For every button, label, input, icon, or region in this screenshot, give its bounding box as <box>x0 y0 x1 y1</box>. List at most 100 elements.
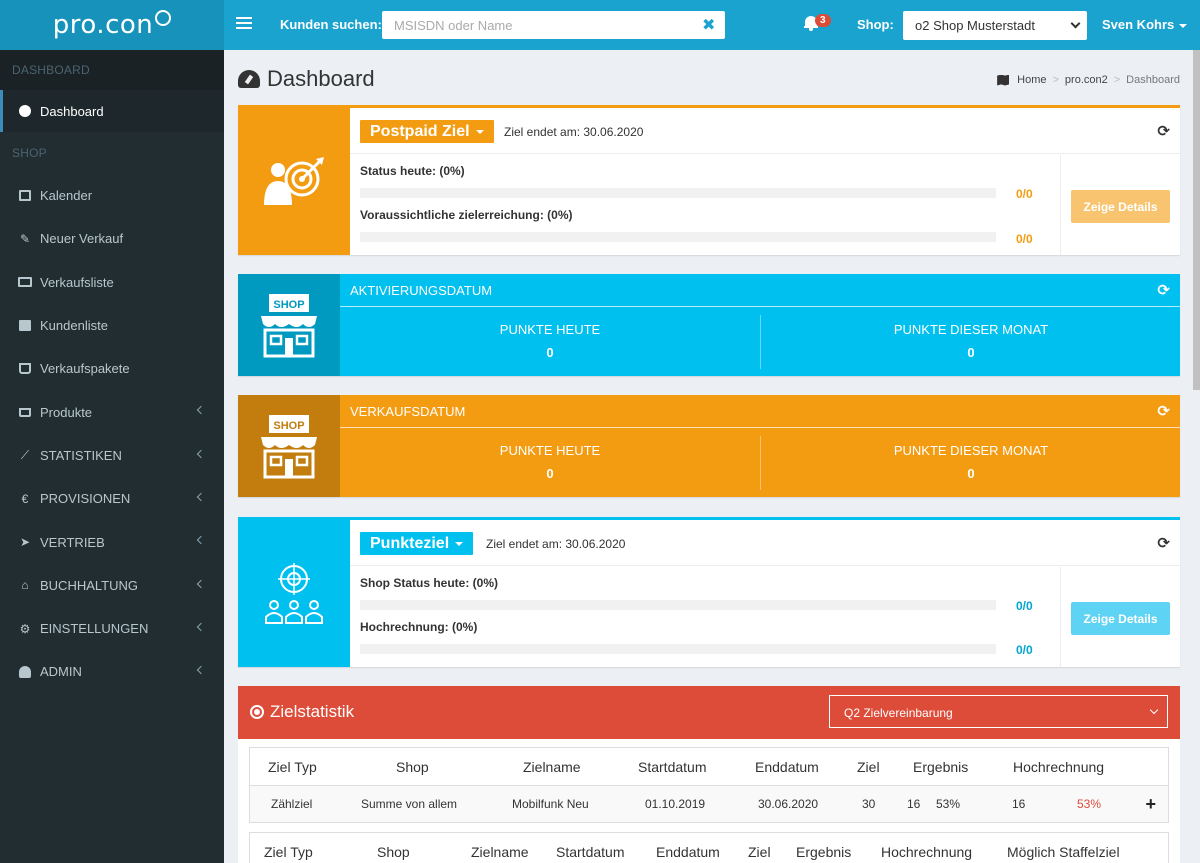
sidebar-item-buchhaltung[interactable]: ⌂ BUCHHALTUNG <box>0 564 224 607</box>
line-chart-icon: ⟋ <box>20 447 30 462</box>
expand-plus-icon[interactable]: + <box>1145 794 1156 815</box>
cell-goal: 30 <box>862 797 876 811</box>
col-header: Zielname <box>471 844 529 860</box>
refresh-icon[interactable]: ⟳ <box>1157 281 1170 299</box>
select-value: Q2 Zielvereinbarung <box>844 706 953 720</box>
goal-table-1: Ziel Typ Shop Zielname Startdatum Enddat… <box>249 747 1169 823</box>
refresh-icon[interactable]: ⟳ <box>1157 534 1170 552</box>
col-header: Startdatum <box>638 758 707 775</box>
search-label: Kunden suchen: <box>280 17 382 32</box>
cell-result-percent: 53% <box>936 797 961 811</box>
goal-statistics-title: Zielstatistik <box>250 702 354 722</box>
card-icon-area <box>238 108 350 255</box>
sidebar-item-verkaufsliste[interactable]: Verkaufsliste <box>0 261 224 304</box>
sidebar-item-label: Kalender <box>40 188 93 204</box>
table-header-row: Ziel Typ Shop Zielname Startdatum Enddat… <box>250 833 1168 863</box>
col-header: Ziel Typ <box>268 758 317 775</box>
team-target-icon <box>265 562 323 624</box>
magic-wand-icon: ✎ <box>19 231 31 246</box>
quarter-goal-select[interactable]: Q2 Zielvereinbarung <box>829 695 1168 728</box>
sidebar-item-dashboard[interactable]: Dashboard <box>0 90 224 132</box>
bank-icon: ⌂ <box>21 578 29 593</box>
sidebar-item-label: ADMIN <box>40 664 82 680</box>
chevron-left-icon <box>196 492 206 502</box>
col-header: Möglich Staffelziel <box>1007 844 1120 860</box>
sidebar-item-vertrieb[interactable]: ➤ VERTRIEB <box>0 520 224 563</box>
sidebar-item-statistiken[interactable]: ⟋ STATISTIKEN <box>0 434 224 477</box>
cogs-icon: ⚙ <box>19 621 31 636</box>
caret-down-icon <box>1179 23 1188 28</box>
shopping-cart-icon <box>18 405 32 419</box>
table-row[interactable]: Zählziel Summe von allem Mobilfunk Neu 0… <box>250 786 1168 822</box>
cell-result: 16 <box>907 797 921 811</box>
shop-status-label: Shop Status heute: (0%) <box>360 576 499 590</box>
sidebar-item-kundenliste[interactable]: Kundenliste <box>0 304 224 347</box>
page-title-text: Dashboard <box>267 66 375 91</box>
sidebar-item-label: Neuer Verkauf <box>40 231 124 247</box>
points-today-value: 0 <box>546 345 554 360</box>
sidebar-item-label: STATISTIKEN <box>40 447 122 463</box>
cell-forecast-percent: 53% <box>1077 797 1102 811</box>
points-today: PUNKTE HEUTE 0 <box>340 322 760 360</box>
app-logo[interactable]: pro.con <box>0 0 224 50</box>
sidebar-item-provisionen[interactable]: € PROVISIONEN <box>0 477 224 520</box>
cell-forecast: 16 <box>1012 797 1026 811</box>
refresh-icon[interactable]: ⟳ <box>1157 122 1170 140</box>
page-scrollbar[interactable] <box>1193 50 1200 390</box>
col-header: Ergebnis <box>913 758 969 775</box>
col-header: Zielname <box>523 758 581 775</box>
chevron-down-icon <box>1149 705 1159 715</box>
sidebar-item-produkte[interactable]: Produkte <box>0 390 224 433</box>
refresh-icon[interactable]: ⟳ <box>1157 402 1170 420</box>
col-header: Enddatum <box>755 758 819 775</box>
points-today-label: PUNKTE HEUTE <box>499 443 601 458</box>
notification-count-badge: 3 <box>815 14 831 27</box>
address-book-icon <box>18 319 32 333</box>
card-icon-area: SHOP <box>238 274 340 376</box>
sales-title: VERKAUFSDATUM <box>340 395 1180 428</box>
points-today: PUNKTE HEUTE 0 <box>340 443 760 481</box>
user-secret-icon <box>18 665 32 679</box>
search-clear-icon[interactable]: ✖ <box>702 15 715 35</box>
customer-search-input[interactable] <box>382 11 725 39</box>
sidebar-item-label: Verkaufsliste <box>40 274 114 290</box>
caret-down-icon <box>475 129 484 134</box>
logo-bubble-icon <box>155 10 172 26</box>
breadcrumb-home[interactable]: Home <box>1017 74 1046 86</box>
cell-name: Mobilfunk Neu <box>512 797 589 811</box>
card-vdivider <box>1060 155 1061 255</box>
menu-toggle-icon[interactable] <box>236 14 252 34</box>
sidebar-item-kalender[interactable]: Kalender <box>0 174 224 217</box>
user-menu[interactable]: Sven Kohrs <box>1102 17 1188 32</box>
shop-select[interactable]: o2 Shop Musterstadt <box>903 11 1087 40</box>
chevron-left-icon <box>196 449 206 459</box>
show-details-button[interactable]: Zeige Details <box>1071 602 1170 635</box>
col-header: Enddatum <box>656 844 720 860</box>
postpaid-goal-dropdown[interactable]: Postpaid Ziel <box>360 120 494 143</box>
credit-card-icon <box>18 275 32 289</box>
sidebar-item-label: Dashboard <box>40 103 104 119</box>
sidebar-item-einstellungen[interactable]: ⚙ EINSTELLUNGEN <box>0 607 224 650</box>
sidebar: DASHBOARD Dashboard SHOP Kalender ✎ Neue… <box>0 50 224 863</box>
sidebar-item-verkaufspakete[interactable]: Verkaufspakete <box>0 347 224 390</box>
chevron-left-icon <box>196 406 206 415</box>
cell-end: 30.06.2020 <box>758 797 819 811</box>
activation-points-card: SHOP AKTIVIERUNGSDATUM ⟳ PUNKTE HEUTE 0 … <box>238 274 1180 376</box>
forecast-progress-bar <box>360 644 996 654</box>
euro-icon: € <box>21 491 29 506</box>
shop-sign-text: SHOP <box>273 299 304 311</box>
status-progress-bar <box>360 600 996 610</box>
breadcrumb-procon2[interactable]: pro.con2 <box>1065 74 1108 86</box>
chevron-down-icon <box>1070 18 1081 29</box>
forecast-label: Voraussichtliche zielerreichung: (0%) <box>360 208 573 222</box>
show-details-button[interactable]: Zeige Details <box>1071 190 1170 223</box>
shop-label: Shop: <box>857 17 894 32</box>
points-goal-dropdown[interactable]: Punkteziel <box>360 532 474 555</box>
goal-end-date: Ziel endet am: 30.06.2020 <box>504 125 644 139</box>
calendar-icon <box>18 189 32 203</box>
chevron-left-icon <box>196 579 206 588</box>
forecast-value: 0/0 <box>1016 643 1033 657</box>
sidebar-item-admin[interactable]: ADMIN <box>0 650 224 693</box>
caret-down-icon <box>455 541 464 546</box>
sidebar-item-neuer-verkauf[interactable]: ✎ Neuer Verkauf <box>0 217 224 260</box>
